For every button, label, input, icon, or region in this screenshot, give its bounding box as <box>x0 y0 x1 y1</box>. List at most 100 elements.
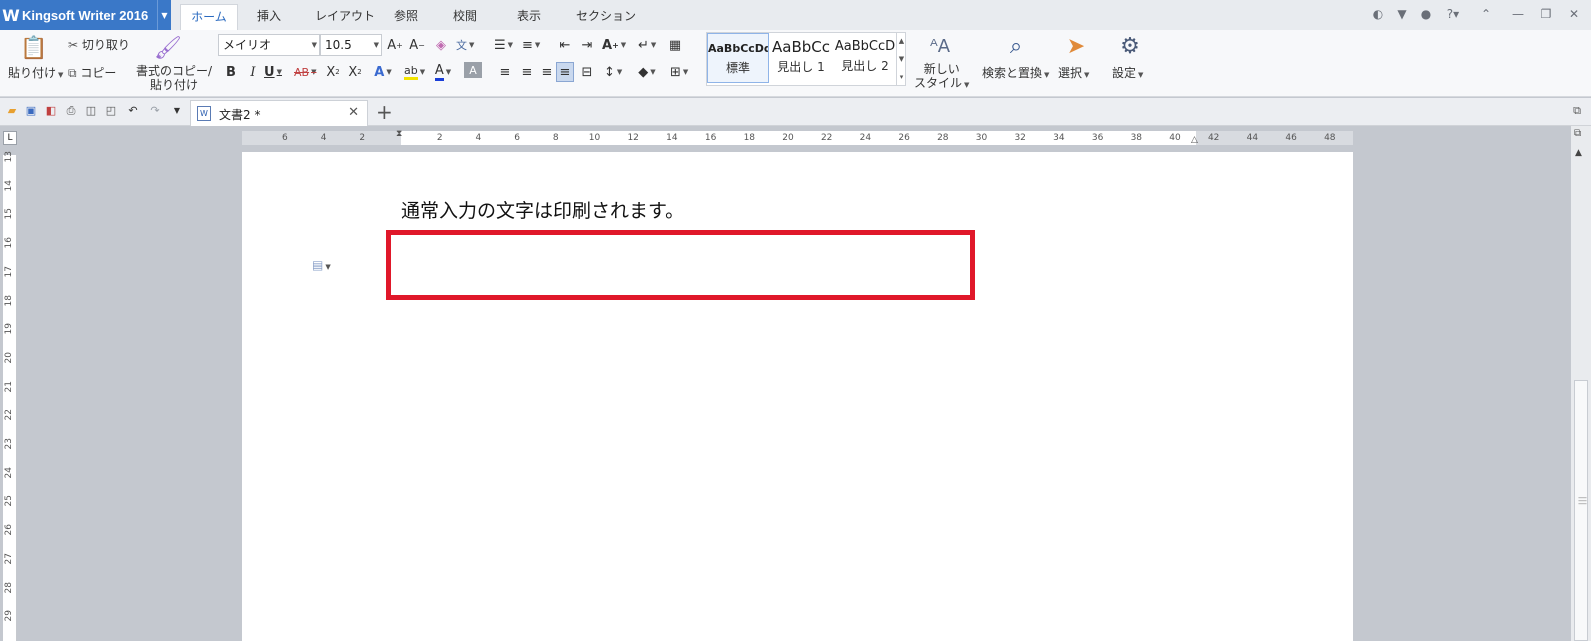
title-bar: W Kingsoft Writer 2016 ▼ ホーム 挿入 レイアウト 参照… <box>0 0 1591 30</box>
quick-access-bar: ▰ ▣ ◧ ⎙ ◫ ◰ ↶ ↷ ▼ W 文書2 * ✕ + ⧉ <box>0 98 1591 126</box>
proofing-icon[interactable]: ◰ <box>104 104 118 118</box>
strikethrough-icon[interactable]: AB ▼ <box>294 62 316 82</box>
ruler-tick-label: 42 <box>1207 133 1220 143</box>
style-heading-1-label: 見出し 1 <box>777 60 825 74</box>
tab-layout[interactable]: レイアウト <box>305 4 385 30</box>
new-tab-icon[interactable]: + <box>376 100 393 124</box>
tab-stop-selector[interactable]: L <box>3 131 17 145</box>
styles-scroll[interactable]: ▲ ▼ ▾ <box>896 32 906 86</box>
export-pdf-icon[interactable]: ◧ <box>44 104 58 118</box>
restore-icon[interactable]: ❐ <box>1538 6 1554 22</box>
clear-format-icon[interactable]: ◈ <box>432 35 450 55</box>
align-left-icon[interactable]: ≡ <box>496 62 514 82</box>
shrink-font-icon[interactable]: A − <box>408 35 426 55</box>
tab-home[interactable]: ホーム <box>180 4 238 30</box>
decrease-indent-icon[interactable]: ⇤ <box>556 35 574 55</box>
collapse-ribbon-icon[interactable]: ⌃ <box>1478 6 1494 22</box>
style-heading-2[interactable]: AaBbCcD 見出し 2 <box>834 33 896 83</box>
print-preview-icon[interactable]: ◫ <box>84 104 98 118</box>
open-file-icon[interactable]: ▰ <box>5 104 19 118</box>
char-scale-icon[interactable]: A + ▼ <box>602 35 626 55</box>
subscript-icon[interactable]: X2 <box>346 62 364 82</box>
font-color-icon[interactable]: A ▼ <box>434 62 452 82</box>
copy-button[interactable]: ⧉ コピー <box>68 64 116 81</box>
save-icon[interactable]: ▣ <box>24 104 38 118</box>
line-spacing-icon[interactable]: ↕ ▼ <box>604 62 622 82</box>
body-text[interactable]: 通常入力の文字は印刷されます。 <box>401 196 684 223</box>
highlight-color-icon[interactable]: ab ▼ <box>404 62 425 82</box>
bold-icon[interactable]: B <box>222 62 240 82</box>
paste-button[interactable]: 貼り付け ▼ <box>8 64 63 81</box>
settings-icon[interactable]: ⚙ <box>1114 32 1146 60</box>
tab-review[interactable]: 校閲 <box>444 4 486 30</box>
align-right-icon[interactable]: ≡ <box>538 62 556 82</box>
tab-view[interactable]: 表示 <box>508 4 550 30</box>
style-normal[interactable]: AaBbCcDd 標準 <box>707 33 769 83</box>
select-button[interactable]: 選択 ▼ <box>1058 64 1089 81</box>
format-painter-icon[interactable]: 🖌 <box>152 34 184 62</box>
tab-references[interactable]: 参照 <box>385 4 427 30</box>
customize-qat-icon[interactable]: ▼ <box>170 104 184 118</box>
paragraph-layout-icon[interactable]: ▤ ▼ <box>312 258 331 272</box>
scroll-grip-icon: — — — <box>1578 493 1587 509</box>
tab-options-icon[interactable]: ⧉ <box>1570 104 1584 118</box>
select-cursor-icon[interactable]: ➤ <box>1060 32 1092 60</box>
settings-button[interactable]: 設定 ▼ <box>1112 64 1143 81</box>
document-tab[interactable]: W 文書2 * ✕ <box>190 100 368 126</box>
phonetic-guide-icon[interactable]: 文 ▼ <box>456 35 474 55</box>
print-icon[interactable]: ⎙ <box>64 104 78 118</box>
text-effect-icon[interactable]: A ▼ <box>374 62 392 82</box>
undo-icon[interactable]: ↶ <box>126 104 140 118</box>
table-grid-icon[interactable]: ▦ <box>666 35 684 55</box>
ruler-tick-label: 38 <box>1130 133 1143 143</box>
close-icon[interactable]: ✕ <box>1566 6 1582 22</box>
app-menu-dropdown-icon[interactable]: ▼ <box>157 0 171 30</box>
binoculars-icon[interactable]: ⌕ <box>1000 32 1032 60</box>
numbered-list-icon[interactable]: ≡ ▼ <box>522 35 540 55</box>
horizontal-ruler[interactable]: ⧗ △ 6 4 2 2 4 6 8 10 12 14 16 18 20 22 24 26 28 30 32 34 36 3… <box>242 129 1353 145</box>
ruler-tick-label: 14 <box>4 179 14 192</box>
new-style-button[interactable]: 新しい スタイル ▼ <box>914 62 969 92</box>
align-center-icon[interactable]: ≡ <box>518 62 536 82</box>
redo-icon[interactable]: ↷ <box>148 104 162 118</box>
distributed-icon[interactable]: ⊟ <box>578 62 596 82</box>
ruler-tick-label: 4 <box>320 133 327 143</box>
user-icon[interactable]: ● <box>1418 6 1434 22</box>
italic-icon[interactable]: I <box>244 62 262 82</box>
underline-icon[interactable]: U ▼ <box>264 62 282 82</box>
document-page[interactable]: 通常入力の文字は印刷されます。 ▤ ▼ <box>242 152 1353 641</box>
app-menu-button[interactable]: W Kingsoft Writer 2016 ▼ <box>0 0 171 30</box>
character-shading-icon[interactable]: A <box>464 62 482 78</box>
justify-icon[interactable]: ≡ <box>556 62 574 82</box>
tab-insert[interactable]: 挿入 <box>248 4 290 30</box>
minimize-icon[interactable]: — <box>1510 6 1526 22</box>
bullet-list-icon[interactable]: ☰ ▼ <box>494 35 513 55</box>
close-tab-icon[interactable]: ✕ <box>348 105 359 120</box>
paste-icon[interactable]: 📋 <box>18 34 50 62</box>
find-replace-button[interactable]: 検索と置換 ▼ <box>982 64 1049 81</box>
tab-section[interactable]: セクション <box>566 4 646 30</box>
vertical-scrollbar[interactable]: ⧉ ▲ — — — <box>1571 126 1591 641</box>
grow-font-icon[interactable]: A + <box>386 35 404 55</box>
borders-icon[interactable]: ⊞ ▼ <box>670 62 688 82</box>
font-size-select[interactable]: 10.5 ▼ <box>320 34 382 56</box>
split-view-icon[interactable]: ⧉ <box>1574 128 1581 139</box>
format-painter-button[interactable]: 書式のコピー/ 貼り付け <box>136 64 212 92</box>
ruler-tick-label: 13 <box>4 151 14 163</box>
show-marks-icon[interactable]: ↵ ▼ <box>638 35 656 55</box>
font-name-select[interactable]: メイリオ ▼ <box>218 34 320 56</box>
scrollbar-thumb[interactable]: — — — <box>1574 380 1588 641</box>
cut-button[interactable]: ✂ 切り取り <box>68 36 130 53</box>
help-icon[interactable]: ?▾ <box>1442 6 1464 22</box>
shading-fill-icon[interactable]: ◆ ▼ <box>638 62 656 82</box>
style-heading-2-sample: AaBbCcD <box>834 39 896 54</box>
scroll-up-icon[interactable]: ▲ <box>1575 148 1582 158</box>
indent-marker-icon[interactable]: ⧗ <box>396 129 402 139</box>
right-indent-marker-icon[interactable]: △ <box>1191 135 1198 145</box>
shirt-icon[interactable]: ▼ <box>1394 6 1410 22</box>
new-style-icon[interactable]: ᴬA <box>924 32 956 60</box>
skin-icon[interactable]: ◐ <box>1370 6 1386 22</box>
style-heading-1[interactable]: AaBbCc 見出し 1 <box>770 33 832 83</box>
superscript-icon[interactable]: X2 <box>324 62 342 82</box>
increase-indent-icon[interactable]: ⇥ <box>578 35 596 55</box>
